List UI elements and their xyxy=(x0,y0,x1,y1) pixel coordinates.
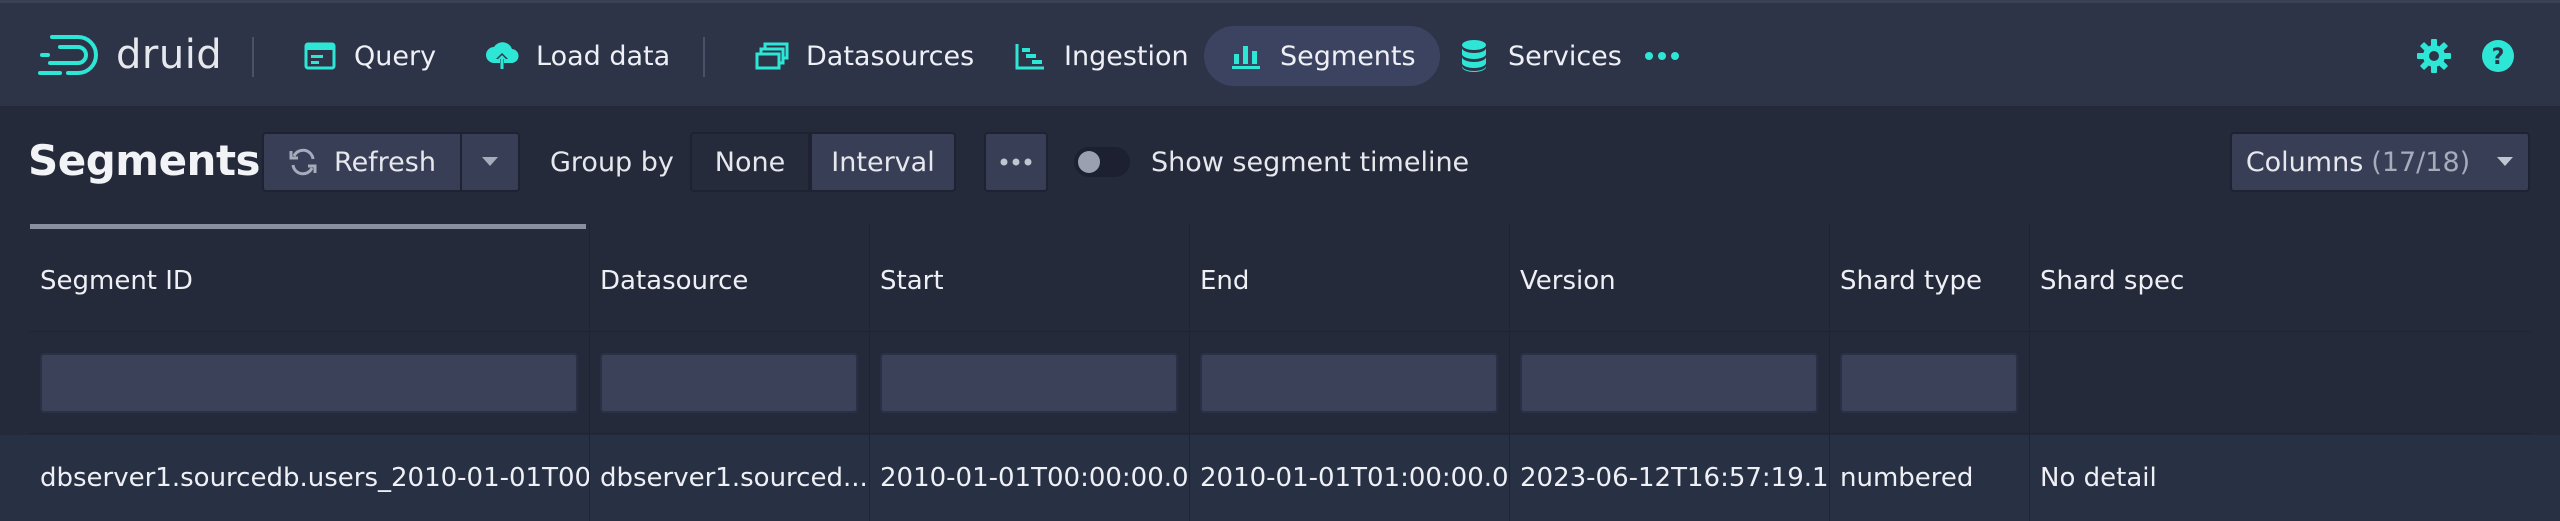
segments-view: Segments Refresh Group by None Interval … xyxy=(0,106,2560,521)
filter-row xyxy=(30,333,589,434)
gantt-chart-icon xyxy=(1012,38,1048,74)
segments-table: Segment ID dbserver1.sourcedb.users_2010… xyxy=(30,224,2530,521)
nav-segments-label: Segments xyxy=(1280,40,1416,72)
cell-version: 2023-06-12T16:57:19.1... xyxy=(1520,463,1829,493)
more-dots-icon[interactable] xyxy=(1642,36,1682,76)
cell-segment-id: dbserver1.sourcedb.users_2010-01-01T00:.… xyxy=(40,463,589,493)
druid-logo-icon xyxy=(38,35,98,75)
filter-row xyxy=(1190,333,1509,434)
column-segment-id: Segment ID dbserver1.sourcedb.users_2010… xyxy=(30,224,590,521)
filter-segment-id-input[interactable] xyxy=(40,353,578,413)
nav-datasources-label: Datasources xyxy=(806,40,975,72)
header-shard-spec[interactable]: Shard spec xyxy=(2030,230,2530,332)
cell-start: 2010-01-01T00:00:00.0... xyxy=(880,463,1189,493)
cell-datasource: dbserver1.sourced... xyxy=(600,463,868,493)
svg-text:?: ? xyxy=(2492,45,2505,70)
segment-timeline-label: Show segment timeline xyxy=(1151,147,1470,178)
refresh-button[interactable]: Refresh xyxy=(262,132,460,192)
nav-divider xyxy=(703,37,705,77)
nav-ingestion[interactable]: Ingestion xyxy=(988,26,1213,86)
column-shard-type: Shard type numbered xyxy=(1830,224,2030,521)
nav-divider xyxy=(252,37,254,77)
cell-shard-spec: No detail xyxy=(2040,463,2157,493)
filter-shard-type-input[interactable] xyxy=(1840,353,2018,413)
column-end: End 2010-01-01T01:00:00.0... xyxy=(1190,224,1510,521)
nav-ingestion-label: Ingestion xyxy=(1064,40,1189,72)
refresh-icon xyxy=(288,147,318,177)
top-navbar: druid Query Load data Datasources Ingest… xyxy=(0,0,2560,106)
group-by-label: Group by xyxy=(550,147,674,178)
more-options-button[interactable] xyxy=(984,132,1048,192)
druid-wordmark: druid xyxy=(116,32,223,78)
column-shard-spec: Shard spec No detail xyxy=(2030,224,2530,521)
multi-select-icon xyxy=(754,38,790,74)
query-console-icon xyxy=(302,38,338,74)
nav-load-data[interactable]: Load data xyxy=(460,26,694,86)
header-start[interactable]: Start xyxy=(870,230,1189,332)
nav-query-label: Query xyxy=(354,40,437,72)
database-icon xyxy=(1456,38,1492,74)
filter-datasource-input[interactable] xyxy=(600,353,858,413)
page-title: Segments xyxy=(28,136,261,185)
nav-services[interactable]: Services xyxy=(1432,26,1646,86)
header-shard-type[interactable]: Shard type xyxy=(1830,230,2029,332)
druid-logo[interactable]: druid xyxy=(38,29,222,81)
columns-count: (17/18) xyxy=(2371,146,2471,178)
refresh-label: Refresh xyxy=(334,146,436,178)
columns-button[interactable]: Columns (17/18) xyxy=(2230,132,2530,192)
filter-end-input[interactable] xyxy=(1200,353,1498,413)
filter-row xyxy=(1830,333,2029,434)
group-by-none-label: None xyxy=(714,146,786,178)
cell-shard-type: numbered xyxy=(1840,463,1974,493)
help-icon[interactable]: ? xyxy=(2478,36,2518,76)
group-by-interval-button[interactable]: Interval xyxy=(810,132,956,192)
filter-row xyxy=(2030,333,2530,434)
refresh-options-button[interactable] xyxy=(460,132,520,192)
caret-down-icon xyxy=(2496,156,2514,168)
header-segment-id[interactable]: Segment ID xyxy=(30,230,589,332)
column-start: Start 2010-01-01T00:00:00.0... xyxy=(870,224,1190,521)
filter-start-input[interactable] xyxy=(880,353,1178,413)
header-end[interactable]: End xyxy=(1190,230,1509,332)
filter-version-input[interactable] xyxy=(1520,353,1818,413)
segment-timeline-toggle[interactable] xyxy=(1074,147,1130,177)
nav-segments[interactable]: Segments xyxy=(1204,26,1440,86)
filter-row xyxy=(1510,333,1829,434)
caret-down-icon xyxy=(481,156,499,168)
group-by-none-button[interactable]: None xyxy=(690,132,810,192)
nav-datasources[interactable]: Datasources xyxy=(730,26,998,86)
columns-label: Columns xyxy=(2245,146,2364,178)
column-version: Version 2023-06-12T16:57:19.1... xyxy=(1510,224,1830,521)
nav-query[interactable]: Query xyxy=(278,26,460,86)
more-dots-icon xyxy=(1000,158,1032,166)
filter-row xyxy=(590,333,869,434)
group-by-interval-label: Interval xyxy=(831,146,935,178)
header-version[interactable]: Version xyxy=(1510,230,1829,332)
gear-icon[interactable] xyxy=(2414,36,2454,76)
cloud-upload-icon xyxy=(484,38,520,74)
toggle-knob xyxy=(1078,151,1100,173)
filter-row xyxy=(870,333,1189,434)
cell-end: 2010-01-01T01:00:00.0... xyxy=(1200,463,1509,493)
stacked-chart-icon xyxy=(1228,38,1264,74)
nav-services-label: Services xyxy=(1508,40,1622,72)
nav-load-data-label: Load data xyxy=(536,40,671,72)
header-datasource[interactable]: Datasource xyxy=(590,230,869,332)
column-datasource: Datasource dbserver1.sourced... xyxy=(590,224,870,521)
